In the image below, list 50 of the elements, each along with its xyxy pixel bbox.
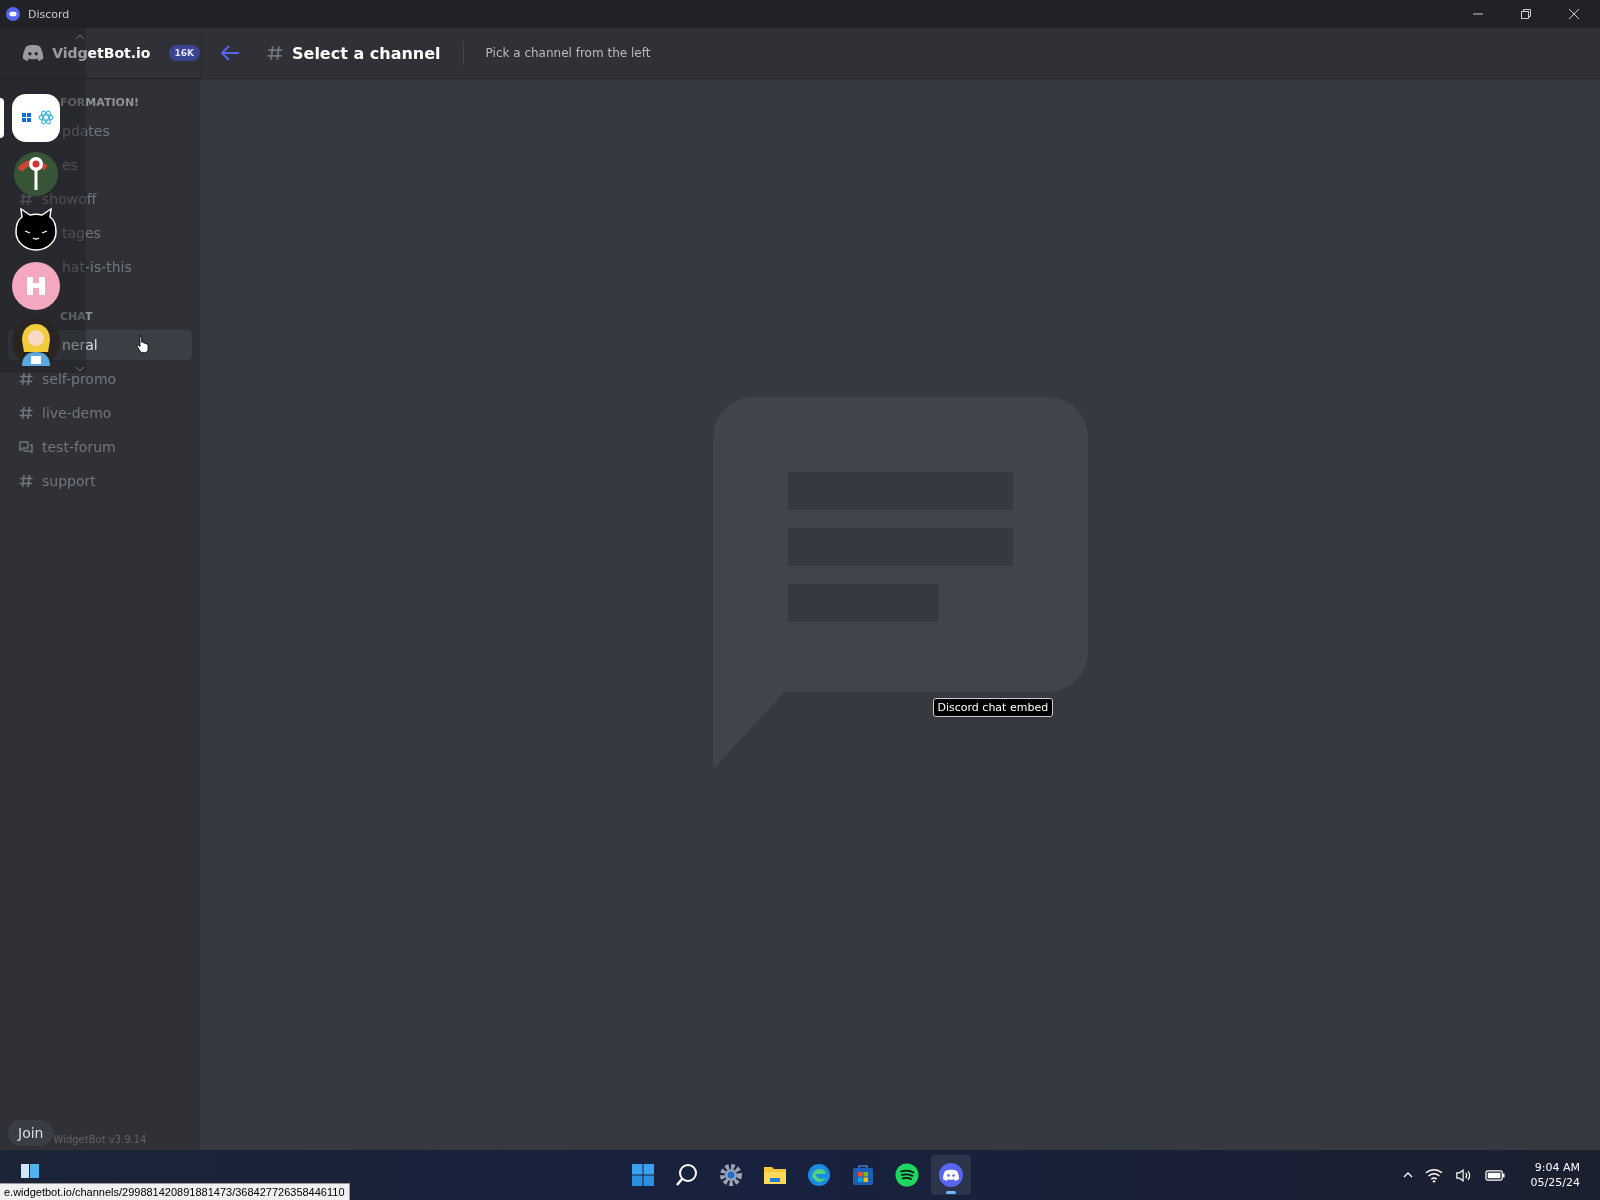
- close-icon[interactable]: [1568, 8, 1580, 20]
- hand-pointer-icon: [136, 334, 150, 354]
- channel-topic: Pick a channel from the left: [485, 46, 651, 60]
- chevron-up-icon[interactable]: [1402, 1172, 1413, 1178]
- channel-item[interactable]: test-forum: [8, 432, 192, 462]
- restore-icon[interactable]: [1520, 8, 1532, 20]
- channel-item[interactable]: tages: [8, 218, 192, 248]
- channel-item[interactable]: live-demo: [8, 398, 192, 428]
- server-icon[interactable]: [12, 318, 60, 366]
- battery-icon[interactable]: [1484, 1169, 1505, 1181]
- join-button[interactable]: Join: [8, 1120, 54, 1146]
- search-icon: [675, 1163, 699, 1187]
- chat-bubbles-icon: [18, 439, 34, 455]
- taskbar-button[interactable]: [931, 1155, 971, 1195]
- hash-icon: [18, 371, 34, 387]
- channel-item[interactable]: hat-is-this: [8, 252, 192, 282]
- browser-icon: [807, 1163, 831, 1187]
- server-icon[interactable]: [12, 94, 60, 142]
- channel-item[interactable]: self-promo: [8, 364, 192, 394]
- tooltip: Discord chat embed: [932, 697, 1054, 717]
- status-url: e.widgetbot.io/channels/299881420891881473/368427726358446110: [0, 1183, 350, 1200]
- member-count-badge: 16K: [168, 45, 200, 61]
- server-icon[interactable]: [12, 262, 60, 310]
- controller-logo-icon: [22, 42, 45, 64]
- window-title: Discord: [28, 7, 70, 21]
- windows-icon: [631, 1163, 655, 1187]
- scroll-down-icon[interactable]: [75, 366, 85, 372]
- category-label[interactable]: FORMATION!: [8, 96, 192, 116]
- clock-time[interactable]: 9:04 AM: [1534, 1161, 1580, 1174]
- server-icon[interactable]: [12, 206, 60, 254]
- hash-icon: [266, 44, 284, 62]
- channel-item[interactable]: showoff: [8, 184, 192, 214]
- scroll-up-icon[interactable]: [75, 34, 85, 40]
- wifi-icon[interactable]: [1424, 1167, 1443, 1183]
- controller-logo-icon: [939, 1163, 963, 1187]
- speaker-icon[interactable]: [1454, 1167, 1473, 1183]
- category-label[interactable]: CHAT: [8, 310, 192, 330]
- music-app-icon: [895, 1163, 919, 1187]
- clock-date[interactable]: 05/25/24: [1530, 1176, 1580, 1189]
- app-logo-icon: [6, 7, 20, 21]
- hash-icon: [18, 473, 34, 489]
- server-name: VidgetBot.io: [52, 45, 151, 61]
- hash-icon: [18, 405, 34, 421]
- settings-icon: [719, 1163, 743, 1187]
- widgets-icon[interactable]: [19, 1163, 41, 1179]
- channel-item[interactable]: support: [8, 466, 192, 496]
- channel-item[interactable]: pdates: [8, 116, 192, 146]
- channel-title: Select a channel: [292, 43, 441, 63]
- store-icon: [851, 1163, 875, 1187]
- hash-icon: [18, 191, 34, 207]
